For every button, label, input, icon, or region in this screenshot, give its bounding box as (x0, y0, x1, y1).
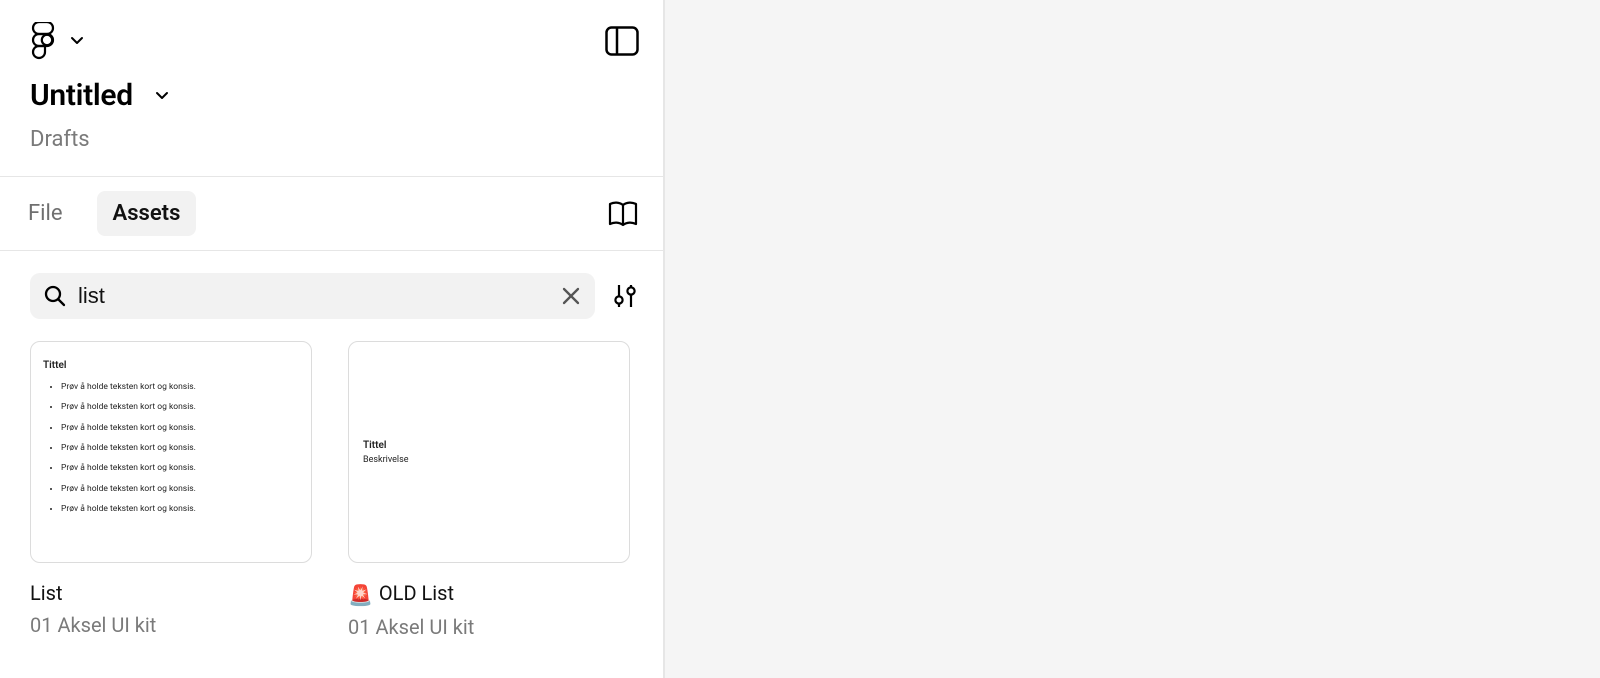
preview-bullets: Prøv å holde teksten kort og konsis. Prø… (43, 381, 301, 523)
preview-bullet: Prøv å holde teksten kort og konsis. (61, 401, 301, 413)
asset-name: List (30, 581, 312, 605)
document-location: Drafts (30, 127, 633, 152)
tab-assets[interactable]: Assets (97, 191, 197, 236)
search-settings-button[interactable] (611, 282, 639, 310)
asset-result: Tittel Beskrivelse 🚨OLD List 01 Aksel UI… (348, 341, 630, 639)
assets-results: Tittel Prøv å holde teksten kort og kons… (0, 331, 663, 639)
tab-file[interactable]: File (28, 191, 79, 236)
preview-bullet: Prøv å holde teksten kort og konsis. (61, 483, 301, 495)
tabs-row: File Assets (0, 176, 663, 251)
document-title: Untitled (30, 78, 133, 113)
assets-search-row (0, 251, 663, 331)
alarm-emoji-icon: 🚨 (348, 583, 373, 607)
figma-logo-icon (30, 22, 56, 60)
preview-title: Tittel (43, 360, 301, 371)
panel-tabs: File Assets (30, 191, 196, 236)
left-panel: Untitled Drafts File Assets (0, 0, 665, 678)
panel-toggle-button[interactable] (605, 26, 639, 56)
preview-desc: Beskrivelse (363, 455, 619, 465)
asset-card-list[interactable]: Tittel Prøv å holde teksten kort og kons… (30, 341, 312, 563)
document-title-button[interactable]: Untitled (30, 78, 633, 113)
chevron-down-icon (70, 34, 84, 48)
asset-library: 01 Aksel UI kit (348, 615, 630, 639)
asset-name-text: List (30, 581, 63, 605)
topbar (0, 0, 663, 70)
preview-bullet: Prøv å holde teksten kort og konsis. (61, 462, 301, 474)
chevron-down-icon (155, 89, 169, 103)
library-book-icon[interactable] (607, 200, 639, 228)
document-title-block: Untitled Drafts (0, 70, 663, 176)
asset-name-text: OLD List (379, 581, 454, 605)
preview-bullet: Prøv å holde teksten kort og konsis. (61, 442, 301, 454)
asset-card-old-list[interactable]: Tittel Beskrivelse (348, 341, 630, 563)
search-icon (44, 285, 66, 307)
preview-bullet: Prøv å holde teksten kort og konsis. (61, 422, 301, 434)
asset-preview: Tittel Beskrivelse (349, 342, 629, 562)
main-menu-button[interactable] (30, 22, 84, 60)
asset-result: Tittel Prøv å holde teksten kort og kons… (30, 341, 312, 639)
preview-title: Tittel (363, 440, 619, 451)
design-canvas[interactable] (665, 0, 1600, 678)
assets-search-box[interactable] (30, 273, 595, 319)
assets-search-input[interactable] (78, 283, 561, 309)
asset-library: 01 Aksel UI kit (30, 613, 312, 637)
clear-search-button[interactable] (561, 286, 581, 306)
asset-name: 🚨OLD List (348, 581, 630, 607)
preview-bullet: Prøv å holde teksten kort og konsis. (61, 381, 301, 393)
asset-preview: Tittel Prøv å holde teksten kort og kons… (31, 342, 311, 562)
preview-bullet: Prøv å holde teksten kort og konsis. (61, 503, 301, 515)
